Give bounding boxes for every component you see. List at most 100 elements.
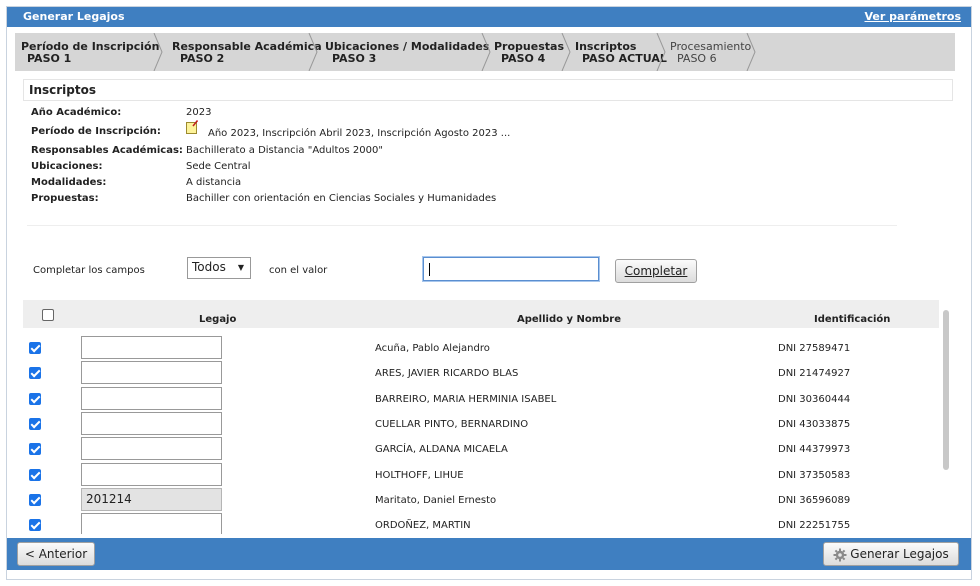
row-checkbox[interactable] — [29, 468, 41, 481]
grid-header: Legajo Apellido y Nombre Identificación — [23, 300, 939, 328]
legajo-input[interactable] — [81, 513, 222, 534]
completar-button[interactable]: Completar — [615, 259, 697, 283]
info-value: A distancia — [186, 177, 242, 188]
chevron-right-icon — [561, 33, 571, 71]
step-sub: PASO 3 — [332, 52, 377, 65]
info-value: Bachiller con orientación en Ciencias So… — [186, 193, 497, 204]
fields-select[interactable]: Todos ▼ — [187, 257, 251, 279]
footer-bar: < Anterior Generar Legajos — [7, 538, 971, 570]
button-label: Completar — [624, 264, 688, 278]
apellido-nombre: HOLTHOFF, LIHUE — [375, 469, 464, 481]
chevron-right-icon — [153, 33, 163, 71]
apellido-nombre: ARES, JAVIER RICARDO BLAS — [375, 368, 519, 380]
anterior-button[interactable]: < Anterior — [17, 542, 95, 566]
row-checkbox[interactable] — [29, 519, 41, 532]
chevron-down-icon: ▼ — [237, 263, 244, 272]
row-checkbox[interactable] — [29, 443, 41, 456]
info-label: Ubicaciones: — [31, 161, 103, 172]
legajo-input[interactable] — [81, 336, 222, 359]
button-label: < Anterior — [24, 547, 88, 561]
chevron-right-icon — [308, 33, 318, 71]
fields-label: Completar los campos — [33, 265, 145, 276]
step-label: Ubicaciones / Modalidades — [325, 40, 490, 53]
step-label: Propuestas — [494, 40, 564, 53]
step-sub: PASO 6 — [677, 52, 717, 65]
table-row: GARCÍA, ALDANA MICAELA DNI 44379973 — [23, 437, 939, 462]
identificacion: DNI 22251755 — [778, 520, 851, 532]
row-checkbox[interactable] — [29, 493, 41, 506]
info-value: Año 2023, Inscripción Abril 2023, Inscri… — [208, 128, 511, 139]
wizard-steps: Período de Inscripción PASO 1 Responsabl… — [15, 33, 955, 71]
table-row: 201214 Maritato, Daniel Ernesto DNI 365960… — [23, 487, 939, 513]
table-row: Acuña, Pablo Alejandro DNI 27589471 — [23, 336, 939, 361]
row-checkbox[interactable] — [29, 367, 41, 380]
row-checkbox[interactable] — [29, 392, 41, 405]
table-row: CUELLAR PINTO, BERNARDINO DNI 43033875 — [23, 411, 939, 437]
generar-legajos-window: Generar Legajos Ver parámetros Período d… — [6, 6, 972, 580]
step-label: Período de Inscripción — [21, 40, 160, 53]
select-value: Todos — [192, 260, 226, 274]
generar-legajos-button[interactable]: Generar Legajos — [823, 542, 959, 566]
step-inscriptos-current: Inscriptos PASO ACTUAL — [571, 33, 667, 71]
identificacion: DNI 21474927 — [778, 368, 851, 380]
step-label: Inscriptos — [575, 40, 637, 53]
identificacion: DNI 37350583 — [778, 469, 851, 481]
info-value: 2023 — [186, 107, 212, 118]
section-header: Inscriptos — [23, 79, 953, 101]
select-all-checkbox[interactable] — [42, 309, 54, 321]
vertical-scrollbar[interactable] — [943, 310, 949, 470]
step-procesamiento: Procesamiento PASO 6 — [666, 33, 751, 71]
legajo-input[interactable]: 201214 — [81, 487, 222, 511]
ver-parametros-link[interactable]: Ver parámetros — [865, 10, 961, 23]
apellido-nombre: Maritato, Daniel Ernesto — [375, 494, 497, 506]
row-checkbox[interactable] — [29, 342, 41, 354]
legajo-input[interactable] — [81, 411, 222, 435]
divider — [27, 225, 897, 226]
row-checkbox[interactable] — [29, 417, 41, 430]
identificacion: DNI 30360444 — [778, 393, 851, 405]
gear-icon — [833, 548, 847, 561]
step-label: Responsable Académica — [172, 40, 322, 53]
step-responsable[interactable]: Responsable Académica PASO 2 — [164, 33, 322, 71]
legajo-input[interactable] — [81, 437, 222, 461]
step-ubicaciones[interactable]: Ubicaciones / Modalidades PASO 3 — [318, 33, 489, 71]
value-label: con el valor — [269, 265, 328, 276]
apellido-nombre: BARREIRO, MARIA HERMINIA ISABEL — [375, 393, 557, 405]
identificacion: DNI 27589471 — [778, 343, 851, 354]
chevron-right-icon — [656, 33, 666, 71]
header-identificacion: Identificación — [814, 314, 891, 325]
info-label: Responsables Académicas: — [31, 145, 183, 156]
legajo-input[interactable] — [81, 361, 222, 385]
info-value: Bachillerato a Distancia "Adultos 2000" — [186, 145, 383, 156]
header-legajo: Legajo — [199, 314, 237, 325]
table-row: ORDOÑEZ, MARTIN DNI 22251755 — [23, 513, 939, 534]
header-nombre: Apellido y Nombre — [517, 314, 622, 325]
legajo-input[interactable] — [81, 386, 222, 410]
text-caret — [429, 263, 430, 276]
step-propuestas[interactable]: Propuestas PASO 4 — [491, 33, 571, 71]
window-title: Generar Legajos — [23, 10, 125, 23]
value-input[interactable] — [422, 256, 600, 282]
apellido-nombre: Acuña, Pablo Alejandro — [375, 343, 490, 354]
table-row: HOLTHOFF, LIHUE DNI 37350583 — [23, 462, 939, 488]
info-label: Año Académico: — [31, 107, 122, 118]
inscriptos-grid: Legajo Apellido y Nombre Identificación … — [23, 300, 953, 534]
chevron-right-icon — [481, 33, 491, 71]
button-label: Generar Legajos — [850, 547, 949, 561]
title-bar: Generar Legajos Ver parámetros — [7, 7, 971, 27]
identificacion: DNI 36596089 — [778, 494, 851, 506]
chevron-right-icon — [746, 33, 756, 71]
step-sub: PASO 1 — [27, 52, 72, 65]
table-row: ARES, JAVIER RICARDO BLAS DNI 21474927 — [23, 361, 939, 386]
identificacion: DNI 44379973 — [778, 444, 851, 456]
info-value: Sede Central — [186, 161, 251, 172]
info-label: Período de Inscripción: — [31, 126, 161, 137]
identificacion: DNI 43033875 — [778, 418, 851, 430]
step-periodo[interactable]: Período de Inscripción PASO 1 — [15, 33, 159, 71]
apellido-nombre: ORDOÑEZ, MARTIN — [375, 520, 471, 532]
table-row: BARREIRO, MARIA HERMINIA ISABEL DNI 30360… — [23, 386, 939, 412]
step-sub: PASO ACTUAL — [582, 52, 667, 65]
info-label: Modalidades: — [31, 177, 107, 188]
legajo-input[interactable] — [81, 462, 222, 486]
note-edit-icon[interactable] — [186, 120, 198, 134]
